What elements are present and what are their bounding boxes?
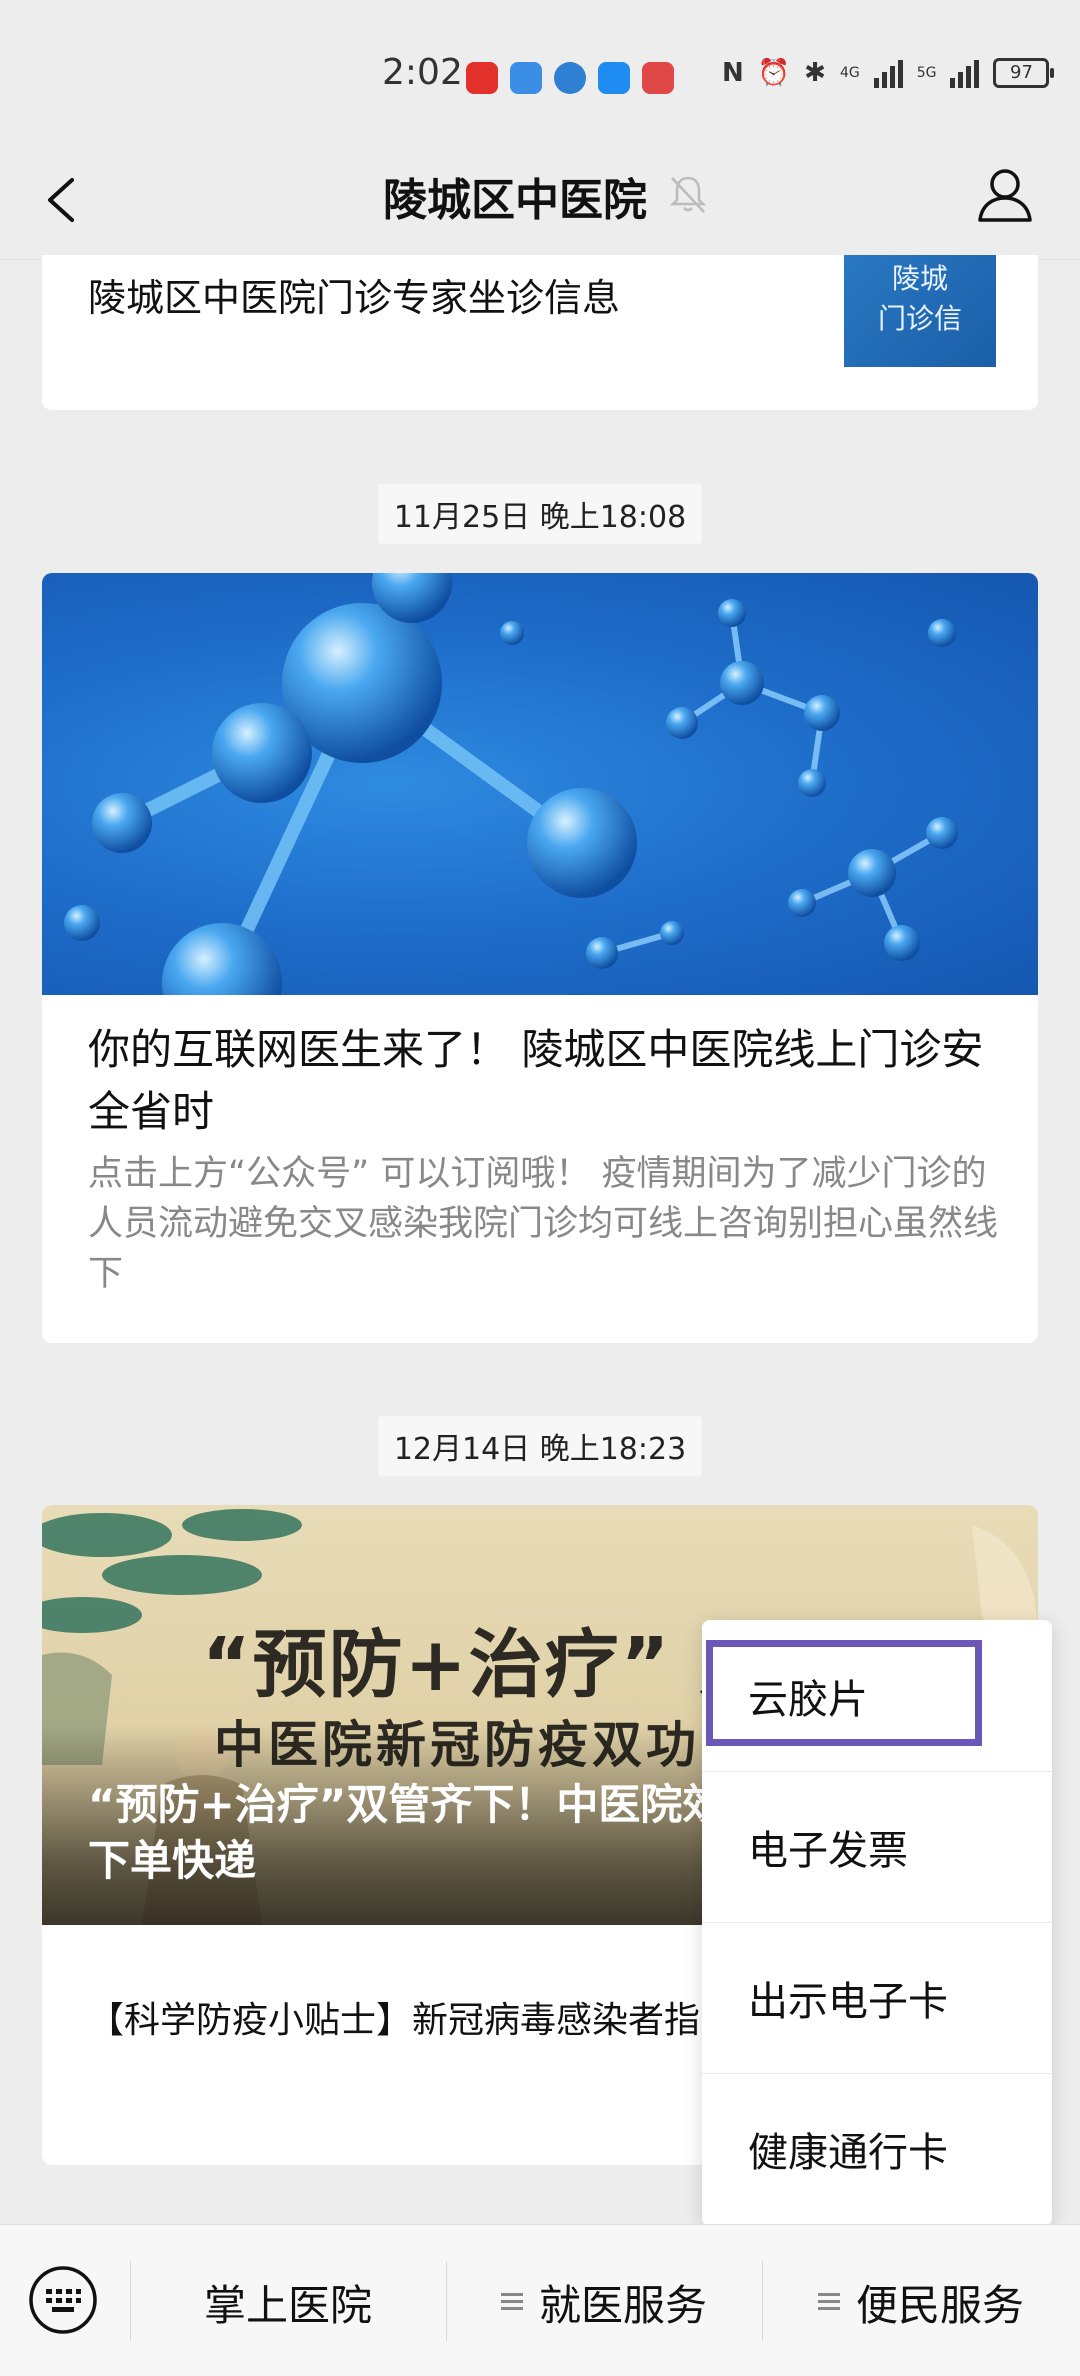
tab-label: 就医服务	[538, 2280, 707, 2330]
network-5g-label: 5G	[916, 65, 937, 81]
menu-item-label: 出示电子卡	[748, 1979, 948, 2025]
nav-bar: 陵城区中医院	[0, 150, 1080, 260]
service-popup-menu: 云胶片 电子发票 出示电子卡 健康通行卡	[702, 1620, 1052, 2226]
tab-mobile-hospital[interactable]: 掌上医院	[130, 2267, 446, 2337]
menu-item-label: 云胶片	[748, 1676, 868, 1723]
article-title: 你的互联网医生来了！ 陵城区中医院线上门诊安全省时	[88, 1025, 984, 1136]
menu-lines-icon	[500, 2291, 523, 2313]
weather-app-icon	[598, 62, 630, 94]
article-card-2[interactable]: 你的互联网医生来了！ 陵城区中医院线上门诊安全省时 点击上方“公众号” 可以订阅…	[42, 573, 1038, 1343]
bottom-menu-bar: 掌上医院 就医服务 便民服务	[0, 2224, 1080, 2376]
article-description: 点击上方“公众号” 可以订阅哦！ 疫情期间为了减少门诊的人员流动避免交叉感染我院…	[88, 1154, 999, 1294]
notification-icons	[466, 62, 674, 94]
signal-icon-2	[950, 58, 980, 88]
alarm-icon: ⏰	[757, 58, 791, 88]
molecule-illustration	[64, 573, 958, 1043]
battery-icon: 97	[993, 58, 1055, 88]
red-app-icon	[642, 62, 674, 94]
article-card-1[interactable]: 陵城区中医院门诊专家坐诊信息 陵城 门诊信	[42, 255, 1038, 410]
app-notification-icon	[466, 62, 498, 94]
menu-item-show-e-card[interactable]: 出示电子卡	[702, 1922, 1052, 2073]
timestamp-text: 11月25日 晚上18:08	[377, 484, 703, 544]
menu-item-cloud-film[interactable]: 云胶片	[702, 1620, 1052, 1771]
network-4g-label: 4G	[839, 65, 860, 81]
browser-app-icon	[554, 62, 586, 94]
image-slogan: “预防+治疗” 双	[202, 1622, 776, 1708]
cloud-app-icon	[510, 62, 542, 94]
keyboard-icon[interactable]	[26, 2263, 100, 2337]
menu-item-label: 电子发票	[748, 1828, 908, 1874]
bell-muted-icon	[669, 176, 707, 213]
menu-item-health-pass[interactable]: 健康通行卡	[702, 2073, 1052, 2224]
bluetooth-icon: ✱	[804, 58, 826, 88]
tab-medical-services[interactable]: 就医服务	[446, 2267, 762, 2337]
status-time: 2:02	[382, 52, 463, 93]
menu-item-e-invoice[interactable]: 电子发票	[702, 1771, 1052, 1922]
tab-label: 便民服务	[855, 2280, 1024, 2330]
system-icons: N ⏰ ✱ 4G 5G 97	[722, 58, 1055, 88]
molecule-hero-image	[42, 573, 1038, 1043]
tab-convenience-services[interactable]: 便民服务	[762, 2267, 1080, 2337]
status-bar: 2:02 N ⏰ ✱ 4G 5G 97	[0, 0, 1080, 150]
menu-lines-icon	[817, 2291, 840, 2313]
article-title: 陵城区中医院门诊专家坐诊信息	[88, 276, 621, 320]
timestamp-2: 12月14日 晚上18:23	[0, 1416, 1080, 1476]
signal-icon	[873, 58, 903, 88]
article-thumbnail: 陵城 门诊信	[844, 255, 996, 367]
nfc-icon: N	[722, 58, 744, 88]
tab-label: 掌上医院	[203, 2280, 372, 2330]
timestamp-1: 11月25日 晚上18:08	[0, 484, 1080, 544]
page-title: 陵城区中医院	[383, 175, 647, 226]
thumbnail-text: 陵城 门诊信	[877, 262, 962, 335]
menu-item-label: 健康通行卡	[748, 2130, 948, 2176]
profile-icon[interactable]	[972, 162, 1038, 228]
timestamp-text: 12月14日 晚上18:23	[377, 1416, 703, 1476]
